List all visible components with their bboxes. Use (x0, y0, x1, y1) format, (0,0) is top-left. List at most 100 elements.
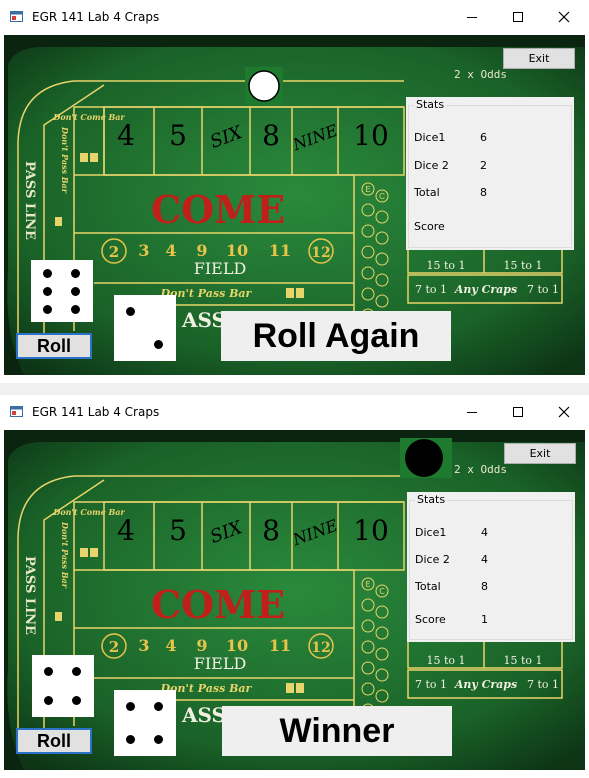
minimize-icon (467, 412, 477, 413)
field-2: 2 (109, 243, 119, 261)
dice1-label: Dice1 (414, 131, 446, 144)
game-area: 4 5 SIX 8 NINE 10 Don't Come Bar Don't P… (4, 35, 585, 375)
minimize-button[interactable] (450, 4, 494, 30)
die-pip (71, 269, 80, 278)
place-5: 5 (169, 119, 187, 152)
maximize-icon (513, 407, 523, 417)
maximize-button[interactable] (496, 399, 540, 425)
result-message: Winner (222, 706, 452, 756)
place-5: 5 (169, 514, 187, 547)
result-message: Roll Again (221, 311, 451, 361)
odds-label: 2 x Odds (454, 463, 507, 476)
close-icon (558, 406, 570, 418)
minimize-button[interactable] (450, 399, 494, 425)
close-icon (558, 11, 570, 23)
odds-7-a: 7 to 1 (415, 283, 447, 296)
game-area: 4 5 SIX 8 NINE 10 Don't Come Bar Don't P… (4, 430, 585, 770)
pass-fragment: ASS (181, 703, 226, 727)
field-3: 3 (138, 636, 149, 655)
total-value: 8 (480, 186, 487, 199)
odds-15-a: 15 to 1 (426, 654, 465, 667)
come-label: COME (151, 582, 285, 627)
craps-window-1: EGR 141 Lab 4 Craps 4 5 SIX 8 NINE 10 Do… (0, 0, 589, 383)
field-9: 9 (196, 241, 207, 260)
place-4: 4 (117, 119, 135, 152)
die-pip (72, 667, 81, 676)
score-value: 1 (481, 613, 488, 626)
die-pip (154, 340, 163, 349)
field-3: 3 (138, 241, 149, 260)
die-2 (114, 295, 176, 361)
die-pip (44, 696, 53, 705)
place-10: 10 (353, 119, 389, 152)
odds-15-a: 15 to 1 (426, 259, 465, 272)
roll-button[interactable]: Roll (16, 333, 92, 359)
any-craps-label: Any Craps (454, 283, 517, 296)
die-pip (126, 735, 135, 744)
stats-group: Stats Dice1 4 Dice 2 4 Total 8 Score 1 (407, 492, 575, 642)
die-pip (126, 702, 135, 711)
e-bet-label: E (365, 580, 370, 589)
total-value: 8 (481, 580, 488, 593)
die-pip (126, 307, 135, 316)
place-8: 8 (262, 514, 280, 547)
window-title: EGR 141 Lab 4 Craps (32, 405, 160, 419)
dice2-label: Dice 2 (415, 553, 450, 566)
score-label: Score (414, 220, 445, 233)
field-9: 9 (196, 636, 207, 655)
score-label: Score (415, 613, 446, 626)
die-pip (71, 305, 80, 314)
pass-line-label: PASS LINE (22, 556, 37, 635)
stats-group-label: Stats (415, 493, 448, 506)
dice1-value: 6 (480, 131, 487, 144)
die-pip (44, 667, 53, 676)
app-window-icon (10, 11, 23, 22)
odds-label: 2 x Odds (454, 68, 507, 81)
puck-off (400, 438, 452, 478)
die-pip (43, 305, 52, 314)
field-12: 12 (311, 640, 330, 656)
c-bet-label: C (379, 192, 385, 201)
exit-button[interactable]: Exit (503, 48, 575, 69)
die-pip (154, 702, 163, 711)
minimize-icon (467, 17, 477, 18)
title-bar[interactable]: EGR 141 Lab 4 Craps (0, 0, 589, 34)
stats-group-label: Stats (414, 98, 447, 111)
exit-button[interactable]: Exit (504, 443, 576, 464)
field-4: 4 (165, 636, 176, 655)
odds-7-a: 7 to 1 (415, 678, 447, 691)
pass-line-label: PASS LINE (22, 161, 37, 240)
craps-window-2: EGR 141 Lab 4 Craps 4 5 SIX 8 NINE 10 Do… (0, 395, 589, 778)
total-label: Total (414, 186, 440, 199)
place-8: 8 (262, 119, 280, 152)
field-label: FIELD (194, 259, 247, 278)
come-label: COME (151, 187, 285, 232)
odds-7-b: 7 to 1 (527, 678, 559, 691)
stats-group: Stats Dice1 6 Dice 2 2 Total 8 Score (406, 97, 574, 250)
e-bet-label: E (365, 185, 370, 194)
odds-7-b: 7 to 1 (527, 283, 559, 296)
dont-pass-bar-side-label: Don't Pass Bar (60, 521, 70, 589)
dice2-value: 4 (481, 553, 488, 566)
die-pip (154, 735, 163, 744)
close-button[interactable] (542, 399, 586, 425)
roll-button[interactable]: Roll (16, 728, 92, 754)
close-button[interactable] (542, 4, 586, 30)
place-10: 10 (353, 514, 389, 547)
odds-15-b: 15 to 1 (503, 654, 542, 667)
title-bar[interactable]: EGR 141 Lab 4 Craps (0, 395, 589, 429)
die-pip (43, 287, 52, 296)
dont-come-bar-label: Don't Come Bar (52, 112, 125, 122)
field-11: 11 (269, 241, 291, 260)
die-pip (71, 287, 80, 296)
odds-15-b: 15 to 1 (503, 259, 542, 272)
app-window-icon (10, 406, 23, 417)
field-2: 2 (109, 638, 119, 656)
window-title: EGR 141 Lab 4 Craps (32, 10, 160, 24)
pass-fragment: ASS (181, 308, 226, 332)
field-11: 11 (269, 636, 291, 655)
maximize-button[interactable] (496, 4, 540, 30)
any-craps-label: Any Craps (454, 678, 517, 691)
puck-on (245, 67, 283, 105)
maximize-icon (513, 12, 523, 22)
